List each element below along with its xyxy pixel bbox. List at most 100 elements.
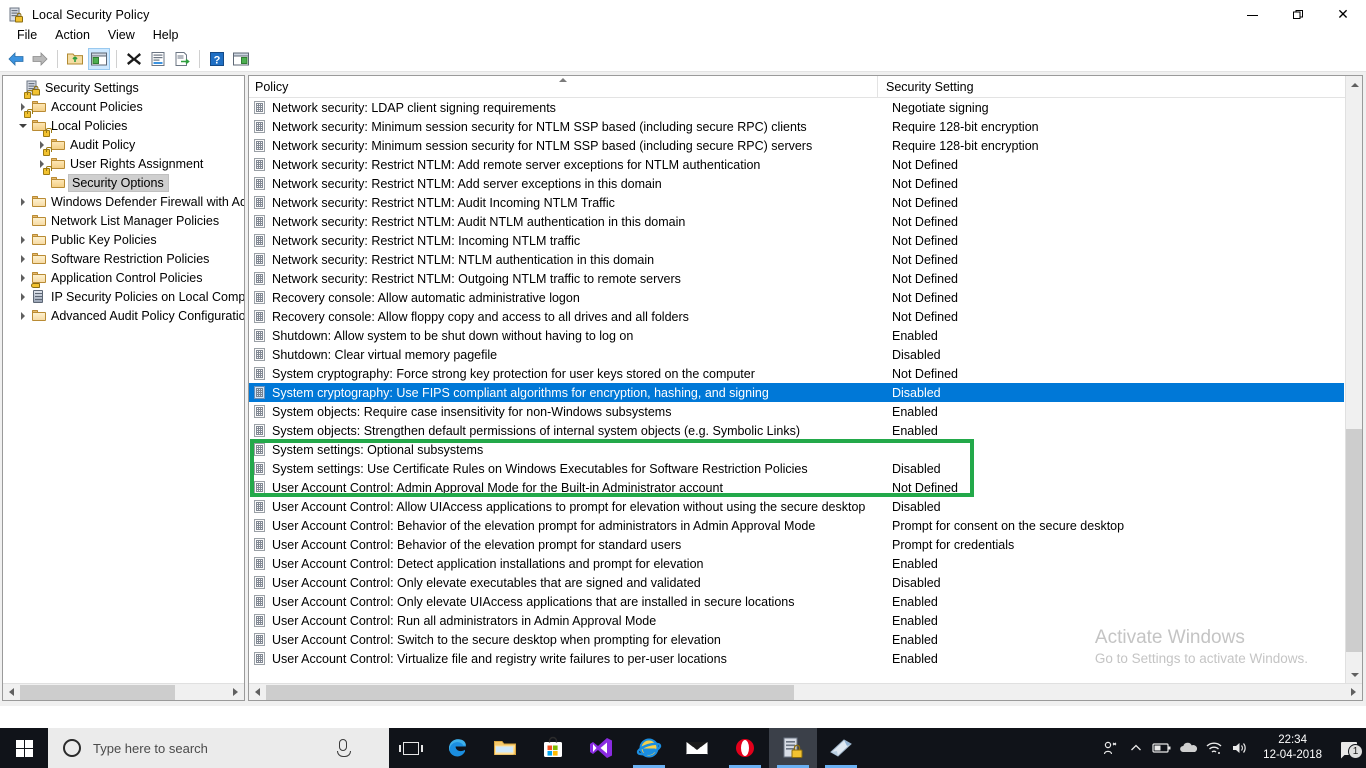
tree-item-network-list-manager-policies[interactable]: Network List Manager Policies [3, 211, 245, 230]
taskbar-internet-explorer[interactable] [625, 728, 673, 768]
taskbar-sticky-notes[interactable] [817, 728, 865, 768]
twisty-collapsed[interactable] [15, 289, 31, 305]
policy-row[interactable]: Network security: Minimum session securi… [249, 136, 1344, 155]
scroll-track[interactable] [20, 684, 227, 701]
policy-row[interactable]: Network security: Restrict NTLM: NTLM au… [249, 250, 1344, 269]
menu-file[interactable]: File [8, 26, 46, 44]
tree-item-security-settings[interactable]: Security Settings [3, 78, 245, 97]
policy-row[interactable]: Shutdown: Allow system to be shut down w… [249, 326, 1344, 345]
column-header-security-setting[interactable]: Security Setting [877, 76, 1347, 97]
policy-row[interactable]: Network security: Restrict NTLM: Audit N… [249, 212, 1344, 231]
twisty-collapsed[interactable] [15, 270, 31, 286]
tree-item-local-policies[interactable]: Local Policies [3, 116, 245, 135]
scroll-left-button[interactable] [3, 684, 20, 701]
tree-item-advanced-audit-policy-configuration[interactable]: Advanced Audit Policy Configuration [3, 306, 245, 325]
up-one-level-button[interactable] [64, 48, 86, 70]
policy-row[interactable]: Network security: Restrict NTLM: Incomin… [249, 231, 1344, 250]
twisty-collapsed[interactable] [15, 308, 31, 324]
policy-row[interactable]: Recovery console: Allow floppy copy and … [249, 307, 1344, 326]
list-horizontal-scrollbar[interactable] [249, 683, 1362, 700]
policy-row[interactable]: Network security: Minimum session securi… [249, 117, 1344, 136]
battery-icon[interactable] [1149, 728, 1175, 768]
taskbar-local-security-policy[interactable] [769, 728, 817, 768]
scroll-left-button[interactable] [249, 684, 266, 701]
twisty-collapsed[interactable] [15, 232, 31, 248]
policy-row[interactable]: User Account Control: Behavior of the el… [249, 516, 1344, 535]
policy-row[interactable]: Network security: LDAP client signing re… [249, 98, 1344, 117]
tree-item-public-key-policies[interactable]: Public Key Policies [3, 230, 245, 249]
column-header-policy[interactable]: Policy [249, 76, 877, 97]
policy-row[interactable]: Network security: Restrict NTLM: Audit I… [249, 193, 1344, 212]
tree-item-user-rights-assignment[interactable]: User Rights Assignment [3, 154, 245, 173]
policy-row[interactable]: User Account Control: Only elevate UIAcc… [249, 592, 1344, 611]
start-button[interactable] [0, 728, 48, 768]
scroll-thumb[interactable] [20, 685, 175, 700]
policy-row[interactable]: Network security: Restrict NTLM: Add ser… [249, 174, 1344, 193]
tree-item-security-options[interactable]: Security Options [3, 173, 245, 192]
policy-row[interactable]: System cryptography: Force strong key pr… [249, 364, 1344, 383]
taskbar-microsoft-store[interactable] [529, 728, 577, 768]
policy-row[interactable]: System settings: Use Certificate Rules o… [249, 459, 1344, 478]
policy-row[interactable]: User Account Control: Admin Approval Mod… [249, 478, 1344, 497]
menu-view[interactable]: View [99, 26, 144, 44]
policy-row[interactable]: User Account Control: Detect application… [249, 554, 1344, 573]
policy-row[interactable]: Recovery console: Allow automatic admini… [249, 288, 1344, 307]
scroll-thumb[interactable] [1346, 429, 1363, 652]
policy-row[interactable]: Network security: Restrict NTLM: Add rem… [249, 155, 1344, 174]
menu-action[interactable]: Action [46, 26, 99, 44]
policy-row[interactable]: User Account Control: Behavior of the el… [249, 535, 1344, 554]
tree-item-ip-security-policies[interactable]: IP Security Policies on Local Compute [3, 287, 245, 306]
properties-button[interactable] [147, 48, 169, 70]
tree-item-software-restriction-policies[interactable]: Software Restriction Policies [3, 249, 245, 268]
list-vertical-scrollbar[interactable] [1345, 76, 1362, 683]
tree-item-audit-policy[interactable]: Audit Policy [3, 135, 245, 154]
search-input[interactable]: Type here to search [48, 728, 389, 768]
tree-horizontal-scrollbar[interactable] [3, 683, 244, 700]
scroll-right-button[interactable] [1345, 684, 1362, 701]
export-list-button[interactable] [171, 48, 193, 70]
tree-item-account-policies[interactable]: Account Policies [3, 97, 245, 116]
action-center-button[interactable]: 1 [1332, 728, 1366, 768]
show-hide-console-tree-button[interactable] [88, 48, 110, 70]
taskbar-file-explorer[interactable] [481, 728, 529, 768]
taskbar-clock[interactable]: 22:34 12-04-2018 [1253, 733, 1332, 763]
console-tree-pane[interactable]: Security Settings Account Policies Local… [2, 75, 245, 701]
back-button[interactable] [5, 48, 27, 70]
scroll-down-button[interactable] [1346, 666, 1363, 683]
microphone-icon[interactable] [339, 739, 347, 751]
policy-row[interactable]: System objects: Strengthen default permi… [249, 421, 1344, 440]
delete-button[interactable] [123, 48, 145, 70]
view-button[interactable] [230, 48, 252, 70]
wifi-icon[interactable] [1201, 728, 1227, 768]
policy-row[interactable]: User Account Control: Only elevate execu… [249, 573, 1344, 592]
tree-item-windows-defender-firewall[interactable]: Windows Defender Firewall with Adva [3, 192, 245, 211]
taskbar-opera[interactable] [721, 728, 769, 768]
scroll-up-button[interactable] [1346, 76, 1363, 93]
taskbar-mail[interactable] [673, 728, 721, 768]
policy-row[interactable]: Shutdown: Clear virtual memory pagefileD… [249, 345, 1344, 364]
policy-list-pane[interactable]: Policy Security Setting Network security… [248, 75, 1363, 701]
taskbar-visual-studio[interactable] [577, 728, 625, 768]
policy-rows[interactable]: Network security: LDAP client signing re… [249, 98, 1344, 683]
help-button[interactable]: ? [206, 48, 228, 70]
scroll-thumb[interactable] [266, 685, 794, 700]
forward-button[interactable] [29, 48, 51, 70]
people-icon[interactable] [1097, 728, 1123, 768]
menu-help[interactable]: Help [144, 26, 188, 44]
task-view-button[interactable] [389, 728, 433, 768]
twisty-collapsed[interactable] [15, 251, 31, 267]
security-setting-cell: Disabled [883, 500, 1343, 514]
taskbar-edge[interactable] [433, 728, 481, 768]
policy-row[interactable]: Network security: Restrict NTLM: Outgoin… [249, 269, 1344, 288]
policy-row[interactable]: System settings: Optional subsystems [249, 440, 1344, 459]
policy-row[interactable]: System cryptography: Use FIPS compliant … [249, 383, 1344, 402]
twisty-expanded[interactable] [15, 118, 31, 134]
scroll-right-button[interactable] [227, 684, 244, 701]
policy-row[interactable]: System objects: Require case insensitivi… [249, 402, 1344, 421]
policy-row[interactable]: User Account Control: Allow UIAccess app… [249, 497, 1344, 516]
show-hidden-icons-icon[interactable] [1123, 728, 1149, 768]
scroll-track[interactable] [266, 684, 1345, 701]
volume-icon[interactable] [1227, 728, 1253, 768]
twisty-collapsed[interactable] [15, 194, 31, 210]
onedrive-icon[interactable] [1175, 728, 1201, 768]
